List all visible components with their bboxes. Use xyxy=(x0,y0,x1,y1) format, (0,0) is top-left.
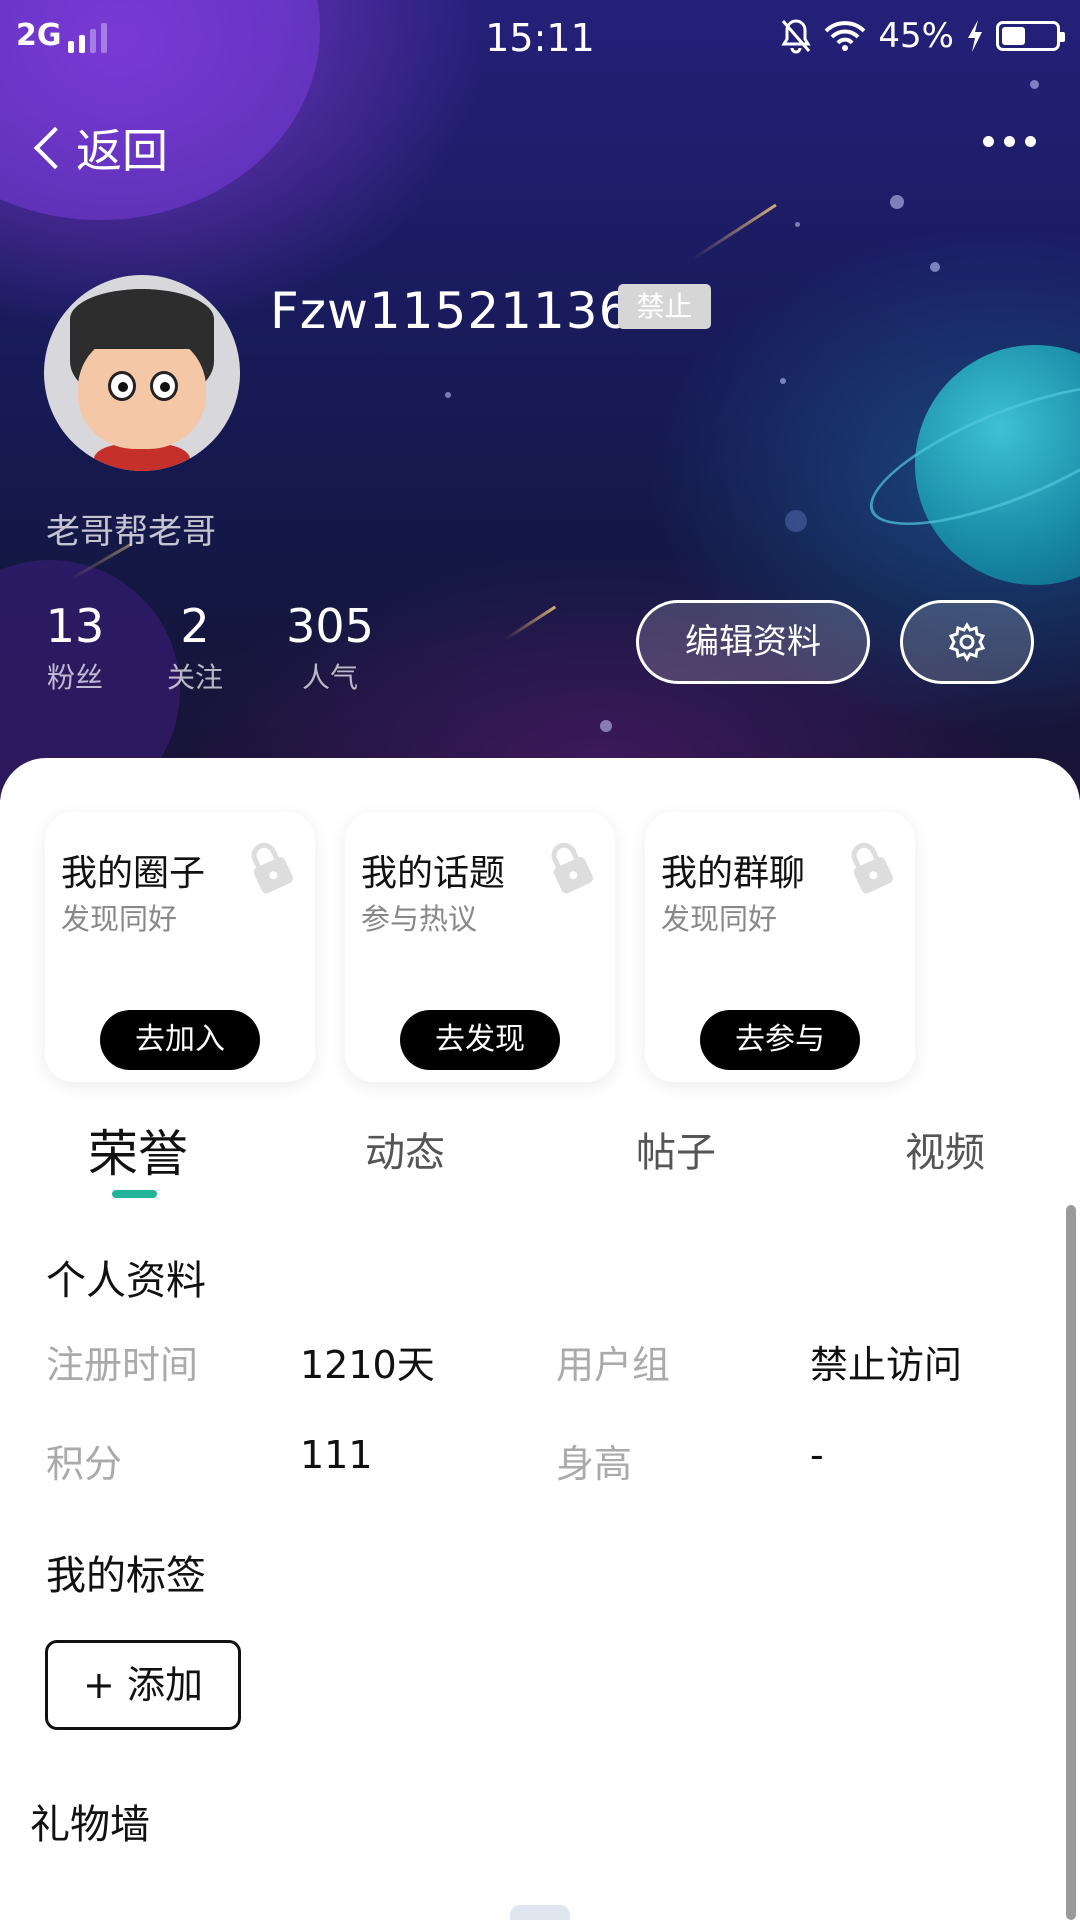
battery-percent: 45% xyxy=(878,16,954,56)
stat-popularity[interactable]: 305 人气 xyxy=(280,598,380,696)
card-subtitle: 发现同好 xyxy=(661,902,778,936)
info-label: 用户组 xyxy=(556,1343,671,1387)
scrollbar[interactable] xyxy=(1066,1205,1076,1920)
lock-icon xyxy=(851,842,894,894)
card-subtitle: 参与热议 xyxy=(361,902,478,936)
add-tag-button[interactable]: + 添加 xyxy=(45,1640,241,1730)
tab-honor[interactable]: 荣誉 xyxy=(88,1114,188,1186)
card-my-group-chats[interactable]: 我的群聊 发现同好 去参与 xyxy=(645,812,915,1082)
card-title: 我的话题 xyxy=(361,853,506,894)
back-label: 返回 xyxy=(76,124,168,178)
status-bar: 2G 15:11 45% xyxy=(0,0,1080,76)
more-options-button[interactable] xyxy=(983,136,1036,147)
mute-bell-icon xyxy=(781,19,812,54)
section-title-gift-wall: 礼物墙 xyxy=(30,1802,150,1848)
section-title-my-tags: 我的标签 xyxy=(46,1553,206,1599)
tab-posts[interactable]: 帖子 xyxy=(636,1120,716,1178)
stat-value: 305 xyxy=(286,599,374,653)
more-dots-icon xyxy=(983,136,994,147)
back-button[interactable]: 返回 xyxy=(28,115,168,181)
wifi-icon xyxy=(825,21,866,51)
lock-icon xyxy=(551,842,594,894)
participate-button[interactable]: 去参与 xyxy=(700,1010,860,1070)
active-tab-indicator xyxy=(112,1190,157,1198)
join-button[interactable]: 去加入 xyxy=(100,1010,260,1070)
stat-label: 关注 xyxy=(166,661,223,694)
username: Fzw115211369 xyxy=(270,282,665,340)
stat-label: 人气 xyxy=(301,661,358,694)
info-value: 1210天 xyxy=(300,1343,435,1387)
tab-activity[interactable]: 动态 xyxy=(365,1120,445,1178)
card-title: 我的圈子 xyxy=(61,853,206,894)
info-label: 身高 xyxy=(556,1442,633,1486)
discover-button[interactable]: 去发现 xyxy=(400,1010,560,1070)
charging-icon xyxy=(968,20,982,52)
info-label: 积分 xyxy=(46,1442,123,1486)
profile-tabs: 荣誉 动态 帖子 视频 xyxy=(0,1120,1080,1200)
info-value: - xyxy=(810,1433,824,1477)
lock-icon xyxy=(251,842,294,894)
stat-value: 2 xyxy=(180,599,210,653)
stat-value: 13 xyxy=(45,599,105,653)
info-label: 注册时间 xyxy=(46,1343,199,1387)
chevron-left-icon xyxy=(33,126,77,170)
card-title: 我的群聊 xyxy=(661,853,806,894)
status-badge: 禁止 xyxy=(618,284,711,329)
edit-profile-button[interactable]: 编辑资料 xyxy=(636,600,870,684)
avatar[interactable] xyxy=(44,275,240,471)
section-title-personal-info: 个人资料 xyxy=(46,1258,206,1304)
card-my-circles[interactable]: 我的圈子 发现同好 去加入 xyxy=(45,812,315,1082)
battery-level-fill xyxy=(1002,27,1026,45)
info-value: 111 xyxy=(300,1433,373,1477)
battery-icon xyxy=(996,21,1065,51)
stat-followers[interactable]: 13 粉丝 xyxy=(40,598,110,696)
stat-following[interactable]: 2 关注 xyxy=(160,598,230,696)
stat-label: 粉丝 xyxy=(46,661,103,694)
status-right: 45% xyxy=(780,16,1065,56)
info-value: 禁止访问 xyxy=(810,1343,963,1387)
card-subtitle: 发现同好 xyxy=(61,902,178,936)
gift-image-partial xyxy=(510,1905,570,1920)
settings-button[interactable] xyxy=(900,600,1034,684)
gear-icon xyxy=(948,622,986,662)
nickname: 老哥帮老哥 xyxy=(46,512,216,552)
card-my-topics[interactable]: 我的话题 参与热议 去发现 xyxy=(345,812,615,1082)
tab-videos[interactable]: 视频 xyxy=(905,1120,985,1178)
